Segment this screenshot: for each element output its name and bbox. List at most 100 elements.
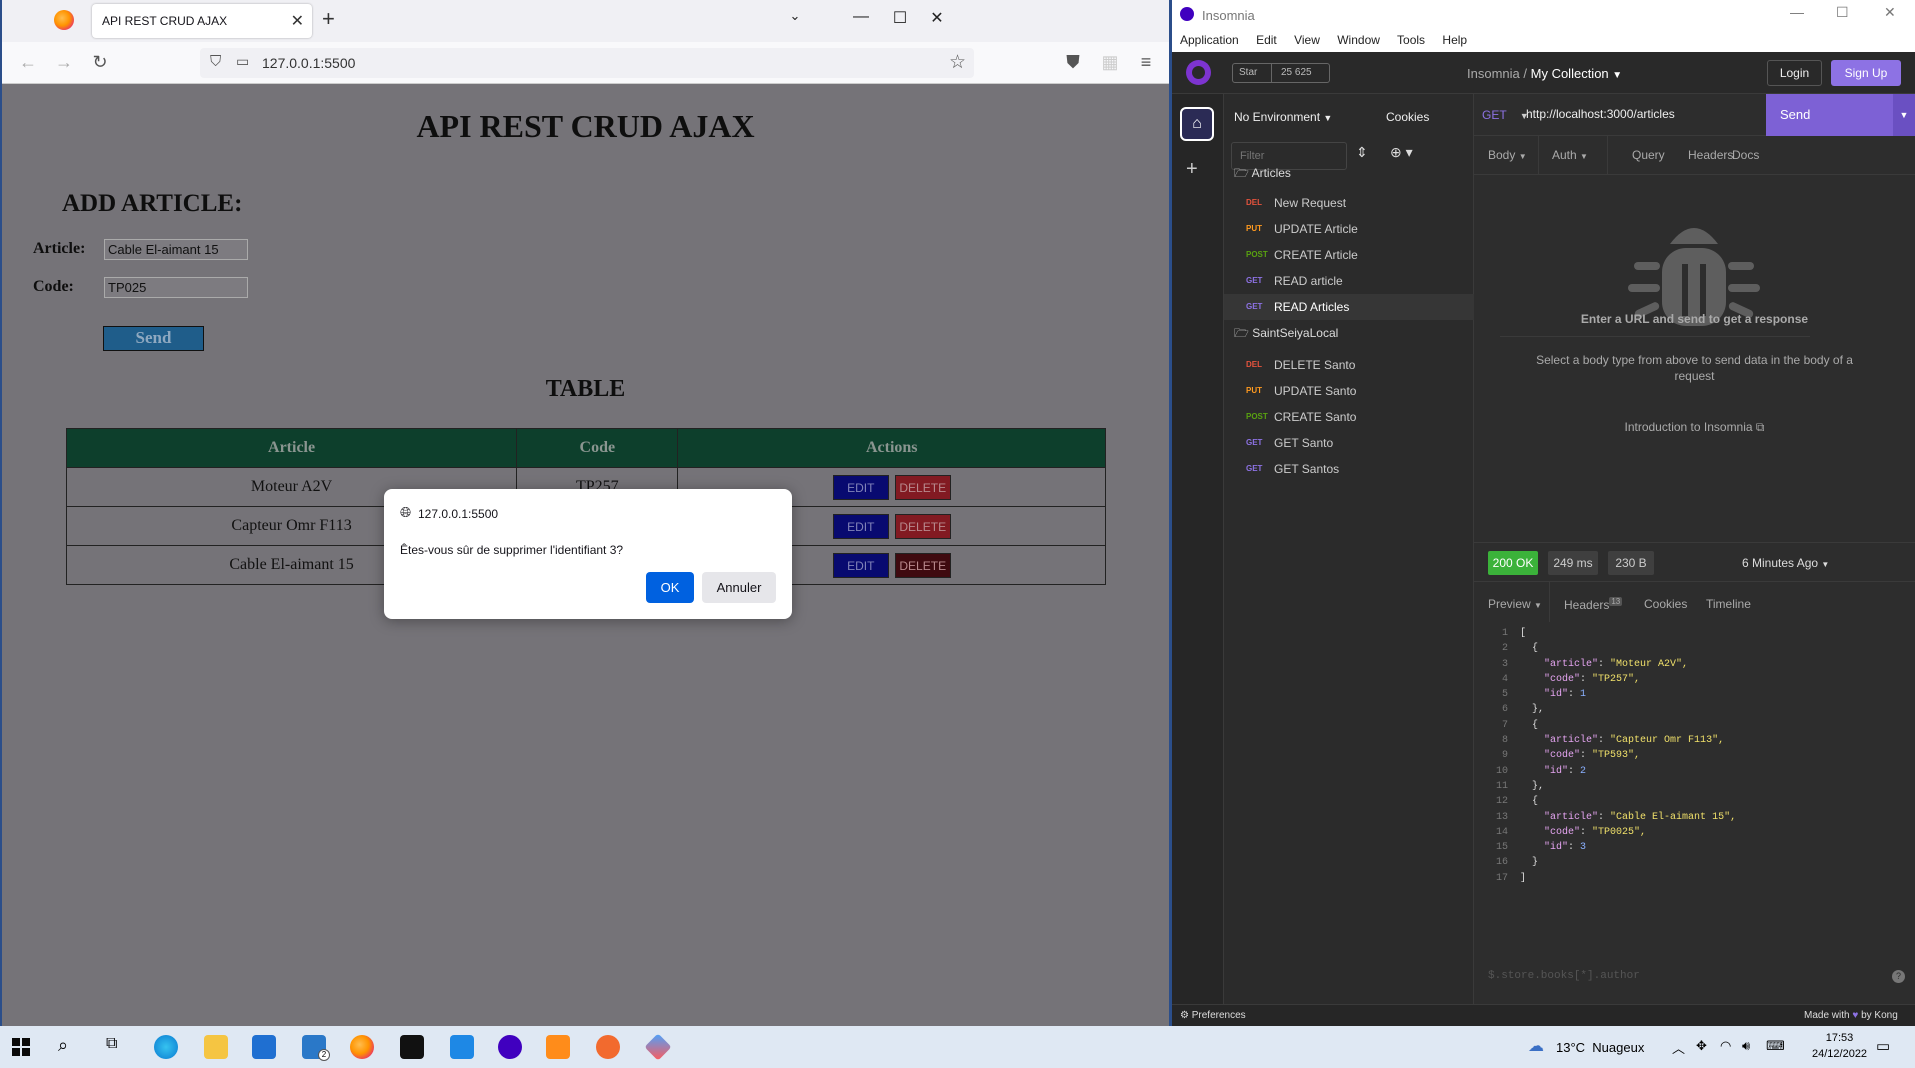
insomnia-logo-icon[interactable] bbox=[1186, 60, 1211, 85]
chevron-down-icon[interactable]: ▼ bbox=[1893, 94, 1915, 136]
network-icon[interactable]: ✥ bbox=[1696, 1038, 1707, 1054]
breadcrumb-root[interactable]: Insomnia bbox=[1467, 66, 1520, 81]
mail-icon[interactable]: 2 bbox=[302, 1035, 330, 1061]
edge-icon[interactable] bbox=[154, 1035, 178, 1059]
shield-icon[interactable]: ⛉ bbox=[210, 53, 221, 70]
request-url-input[interactable]: http://localhost:3000/articles bbox=[1526, 107, 1675, 121]
delete-button[interactable]: DELETE bbox=[894, 552, 951, 578]
tab-preview[interactable]: Preview ▼ bbox=[1488, 597, 1542, 611]
search-icon[interactable]: ⌕ bbox=[58, 1035, 68, 1056]
store-icon[interactable] bbox=[252, 1035, 276, 1059]
tab-auth[interactable]: Auth ▼ bbox=[1552, 148, 1588, 162]
github-star-button[interactable]: Star 25 625 bbox=[1232, 63, 1330, 83]
intro-link[interactable]: Introduction to Insomnia ⧉ bbox=[1474, 420, 1915, 435]
menu-application[interactable]: Application bbox=[1180, 33, 1239, 47]
add-project-icon[interactable]: + bbox=[1186, 158, 1198, 181]
tab-response-headers[interactable]: Headers 13 bbox=[1564, 597, 1623, 612]
add-request-icon[interactable]: ⊕ ▾ bbox=[1390, 144, 1413, 161]
tab-query[interactable]: Query bbox=[1632, 148, 1665, 162]
list-tabs-icon[interactable]: ⌄ bbox=[772, 8, 818, 24]
article-input[interactable] bbox=[104, 239, 248, 260]
menu-help[interactable]: Help bbox=[1442, 33, 1467, 47]
sidebar-request[interactable]: PUT UPDATE Article bbox=[1224, 216, 1474, 242]
chevron-up-icon[interactable]: ︿ bbox=[1672, 1038, 1685, 1057]
sidebar-request[interactable]: DEL DELETE Santo bbox=[1224, 352, 1474, 378]
weather-widget[interactable]: 13°C Nuageux bbox=[1556, 1040, 1644, 1055]
menu-icon[interactable]: ≡ bbox=[1132, 52, 1160, 73]
send-request-button[interactable]: Send ▼ bbox=[1766, 94, 1915, 136]
sidebar-request[interactable]: GET GET Santo bbox=[1224, 430, 1474, 456]
edit-button[interactable]: EDIT bbox=[832, 474, 889, 500]
sort-icon[interactable]: ⇕ bbox=[1356, 144, 1368, 161]
help-icon[interactable]: ? bbox=[1892, 970, 1905, 983]
app-icon[interactable] bbox=[644, 1033, 672, 1061]
made-with-kong[interactable]: Made with ♥ by Kong bbox=[1804, 1010, 1898, 1021]
sidebar-request[interactable]: POST CREATE Article bbox=[1224, 242, 1474, 268]
method-selector[interactable]: GET ▼ bbox=[1482, 108, 1529, 122]
cancel-button[interactable]: Annuler bbox=[702, 572, 776, 603]
pocket-icon[interactable]: ⛊ bbox=[1059, 52, 1087, 73]
maximize-icon[interactable]: ☐ bbox=[1836, 4, 1849, 21]
back-icon[interactable]: ← bbox=[14, 52, 42, 73]
signup-button[interactable]: Sign Up bbox=[1831, 60, 1901, 86]
menu-window[interactable]: Window bbox=[1337, 33, 1380, 47]
menu-tools[interactable]: Tools bbox=[1397, 33, 1425, 47]
tab-body[interactable]: Body ▼ bbox=[1488, 148, 1527, 162]
reload-icon[interactable]: ↻ bbox=[86, 52, 114, 73]
response-json-viewer[interactable]: 1[2 {3 "article": "Moteur A2V", 4 "code":… bbox=[1488, 626, 1736, 886]
menu-view[interactable]: View bbox=[1294, 33, 1320, 47]
browser-tab[interactable]: API REST CRUD AJAX ✕ bbox=[92, 4, 312, 38]
chevron-down-icon[interactable]: ▼ bbox=[1612, 70, 1622, 81]
start-icon[interactable] bbox=[12, 1038, 30, 1056]
code-input[interactable] bbox=[104, 277, 248, 298]
terminal-icon[interactable] bbox=[400, 1035, 424, 1059]
close-tab-icon[interactable]: ✕ bbox=[291, 11, 304, 31]
breadcrumb-current[interactable]: My Collection bbox=[1531, 66, 1609, 81]
wifi-icon[interactable]: ◠ bbox=[1720, 1038, 1731, 1054]
folder-saintseiyalocal[interactable]: 🗁︎ SaintSeiyaLocal bbox=[1234, 324, 1338, 345]
sidebar-request[interactable]: GET GET Santos bbox=[1224, 456, 1474, 482]
vscode-icon[interactable] bbox=[450, 1035, 474, 1059]
delete-button[interactable]: DELETE bbox=[894, 474, 951, 500]
delete-button[interactable]: DELETE bbox=[894, 513, 951, 539]
postman-icon[interactable] bbox=[596, 1035, 620, 1059]
minimize-icon[interactable]: — bbox=[1790, 4, 1804, 20]
notifications-icon[interactable]: ▭ bbox=[1876, 1037, 1890, 1055]
bookmark-star-icon[interactable]: ☆ bbox=[949, 51, 966, 74]
tab-headers[interactable]: Headers bbox=[1688, 148, 1733, 162]
login-button[interactable]: Login bbox=[1767, 60, 1822, 86]
tab-docs[interactable]: Docs bbox=[1732, 148, 1759, 162]
close-window-icon[interactable]: ✕ bbox=[1884, 4, 1896, 21]
clock[interactable]: 17:53 24/12/2022 bbox=[1812, 1030, 1867, 1062]
close-window-icon[interactable]: ✕ bbox=[914, 8, 960, 28]
extensions-icon[interactable]: ▦ bbox=[1096, 52, 1124, 73]
send-button[interactable]: Send bbox=[103, 326, 204, 351]
edit-button[interactable]: EDIT bbox=[832, 552, 889, 578]
home-icon[interactable]: ⌂ bbox=[1180, 107, 1214, 141]
sidebar-request-selected[interactable]: GET READ Articles bbox=[1224, 294, 1474, 320]
environment-selector[interactable]: No Environment ▼ bbox=[1234, 110, 1332, 124]
sidebar-request[interactable]: DEL New Request bbox=[1224, 190, 1474, 216]
tab-timeline[interactable]: Timeline bbox=[1706, 597, 1751, 611]
ok-button[interactable]: OK bbox=[646, 572, 694, 603]
file-explorer-icon[interactable] bbox=[204, 1035, 228, 1059]
sublime-icon[interactable] bbox=[546, 1035, 570, 1059]
cookies-button[interactable]: Cookies bbox=[1386, 110, 1429, 124]
page-info-icon[interactable]: ▭ bbox=[236, 53, 249, 70]
preferences-button[interactable]: ⚙ Preferences bbox=[1180, 1010, 1246, 1021]
folder-articles[interactable]: 🗁︎ Articles bbox=[1234, 164, 1291, 185]
keyboard-icon[interactable]: ⌨ bbox=[1766, 1038, 1785, 1054]
menu-edit[interactable]: Edit bbox=[1256, 33, 1277, 47]
task-view-icon[interactable]: ⧉ bbox=[106, 1035, 117, 1053]
new-tab-icon[interactable]: + bbox=[322, 6, 335, 32]
sidebar-request[interactable]: PUT UPDATE Santo bbox=[1224, 378, 1474, 404]
forward-icon[interactable]: → bbox=[50, 52, 78, 73]
volume-icon[interactable]: 🔊︎ bbox=[1742, 1038, 1750, 1054]
edit-button[interactable]: EDIT bbox=[832, 513, 889, 539]
url-bar[interactable]: ⛉ ▭ 127.0.0.1:5500 ☆ bbox=[200, 48, 974, 78]
insomnia-taskbar-icon[interactable] bbox=[498, 1035, 522, 1059]
sidebar-request[interactable]: GET READ article bbox=[1224, 268, 1474, 294]
firefox-taskbar-icon[interactable] bbox=[350, 1035, 374, 1059]
sidebar-request[interactable]: POST CREATE Santo bbox=[1224, 404, 1474, 430]
response-history-dropdown[interactable]: 6 Minutes Ago ▼ bbox=[1742, 556, 1829, 570]
